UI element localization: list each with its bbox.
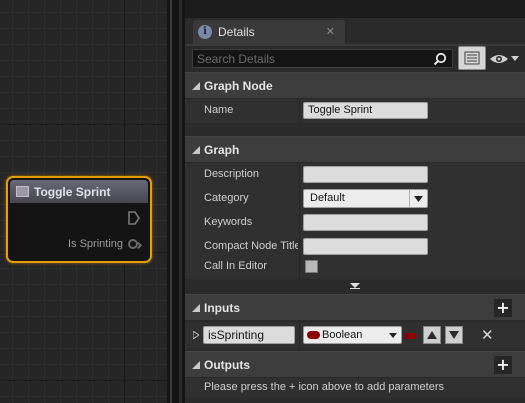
function-node-toggle-sprint[interactable]: Toggle Sprint Is Sprinting bbox=[6, 176, 152, 263]
tab-label: Details bbox=[218, 25, 255, 39]
arrow-up-icon bbox=[427, 331, 437, 339]
outputs-hint-text: Please press the + icon above to add par… bbox=[204, 381, 445, 393]
pin-label: Is Sprinting bbox=[67, 238, 123, 250]
move-down-button[interactable] bbox=[445, 326, 463, 344]
column-divider bbox=[299, 99, 300, 123]
description-field[interactable] bbox=[303, 166, 428, 183]
expand-arrow-icon[interactable] bbox=[193, 331, 199, 339]
column-divider bbox=[299, 163, 300, 187]
list-view-icon bbox=[464, 51, 480, 65]
splitter-edge bbox=[179, 0, 182, 403]
row-label: Name bbox=[204, 104, 234, 116]
section-title: Inputs bbox=[204, 300, 240, 315]
chevron-down-icon bbox=[350, 283, 360, 289]
category-dropdown[interactable]: Default bbox=[303, 189, 428, 208]
compact-node-title-field[interactable] bbox=[303, 238, 428, 255]
row-label: Category bbox=[204, 192, 249, 204]
collapse-arrow-icon bbox=[192, 81, 200, 90]
keywords-field[interactable] bbox=[303, 214, 428, 231]
details-panel: i Details ✕ Graph Node Nam bbox=[185, 0, 525, 403]
parameter-type-value: Boolean bbox=[322, 329, 363, 341]
node-title: Toggle Sprint bbox=[34, 184, 111, 199]
move-up-button[interactable] bbox=[423, 326, 441, 344]
container-type-icon[interactable] bbox=[404, 333, 417, 339]
row-label: Description bbox=[204, 168, 260, 180]
input-parameter-row: isSprinting Boolean ✕ bbox=[185, 322, 525, 348]
splitter-edge bbox=[170, 0, 172, 403]
tab-details[interactable]: i Details ✕ bbox=[193, 20, 345, 44]
chevron-down-icon bbox=[409, 190, 427, 207]
column-divider bbox=[299, 255, 300, 279]
column-divider bbox=[299, 322, 300, 348]
pin-row-is-sprinting: Is Sprinting bbox=[68, 238, 138, 250]
column-divider bbox=[299, 211, 300, 235]
row-call-in-editor: Call In Editor bbox=[185, 255, 525, 279]
section-outputs[interactable]: Outputs + bbox=[185, 351, 525, 377]
close-icon[interactable]: ✕ bbox=[326, 25, 335, 38]
name-field[interactable]: Toggle Sprint bbox=[303, 102, 428, 119]
section-title: Outputs bbox=[204, 357, 250, 372]
collapse-arrow-icon bbox=[192, 360, 200, 369]
category-value: Default bbox=[310, 192, 345, 204]
row-name: Name Toggle Sprint bbox=[185, 99, 525, 123]
search-input[interactable] bbox=[193, 51, 429, 66]
row-description: Description bbox=[185, 163, 525, 187]
info-icon: i bbox=[198, 25, 212, 39]
boolean-type-icon bbox=[307, 331, 320, 339]
chevron-down-icon bbox=[387, 327, 399, 343]
tab-strip bbox=[185, 0, 525, 18]
boolean-pin-icon[interactable] bbox=[128, 239, 138, 249]
section-title: Graph bbox=[204, 142, 240, 157]
add-output-button[interactable]: + bbox=[494, 356, 512, 374]
function-icon bbox=[16, 186, 29, 197]
row-label: Compact Node Title bbox=[204, 240, 298, 252]
chevron-down-icon bbox=[511, 56, 519, 61]
node-header: Toggle Sprint bbox=[10, 180, 148, 203]
section-inputs[interactable]: Inputs + bbox=[185, 294, 525, 320]
row-label: Keywords bbox=[204, 216, 253, 228]
section-graph-node[interactable]: Graph Node bbox=[185, 72, 525, 98]
row-label: Call In Editor bbox=[204, 260, 267, 272]
parameter-name-field[interactable]: isSprinting bbox=[203, 326, 295, 344]
property-matrix-button[interactable] bbox=[458, 46, 486, 70]
search-icon[interactable] bbox=[433, 52, 447, 66]
exec-pin-icon[interactable] bbox=[127, 210, 141, 226]
row-keywords: Keywords bbox=[185, 211, 525, 235]
collapse-arrow-icon bbox=[192, 145, 200, 154]
row-category: Category Default bbox=[185, 187, 525, 211]
outputs-hint-row: Please press the + icon above to add par… bbox=[185, 378, 525, 398]
panel-splitter[interactable] bbox=[167, 0, 185, 403]
advanced-expander[interactable] bbox=[185, 280, 525, 292]
column-divider bbox=[299, 187, 300, 211]
search-bar bbox=[192, 49, 453, 68]
arrow-down-icon bbox=[449, 331, 459, 339]
collapse-arrow-icon bbox=[192, 303, 200, 312]
eye-icon bbox=[490, 55, 508, 63]
section-graph[interactable]: Graph bbox=[185, 136, 525, 162]
blueprint-graph-canvas[interactable]: Toggle Sprint Is Sprinting bbox=[0, 0, 167, 403]
call-in-editor-checkbox[interactable] bbox=[305, 260, 318, 273]
view-options-button[interactable] bbox=[489, 50, 521, 68]
parameter-type-dropdown[interactable]: Boolean bbox=[303, 326, 402, 344]
section-title: Graph Node bbox=[204, 78, 273, 93]
delete-parameter-icon[interactable]: ✕ bbox=[481, 326, 494, 344]
add-input-button[interactable]: + bbox=[494, 299, 512, 317]
